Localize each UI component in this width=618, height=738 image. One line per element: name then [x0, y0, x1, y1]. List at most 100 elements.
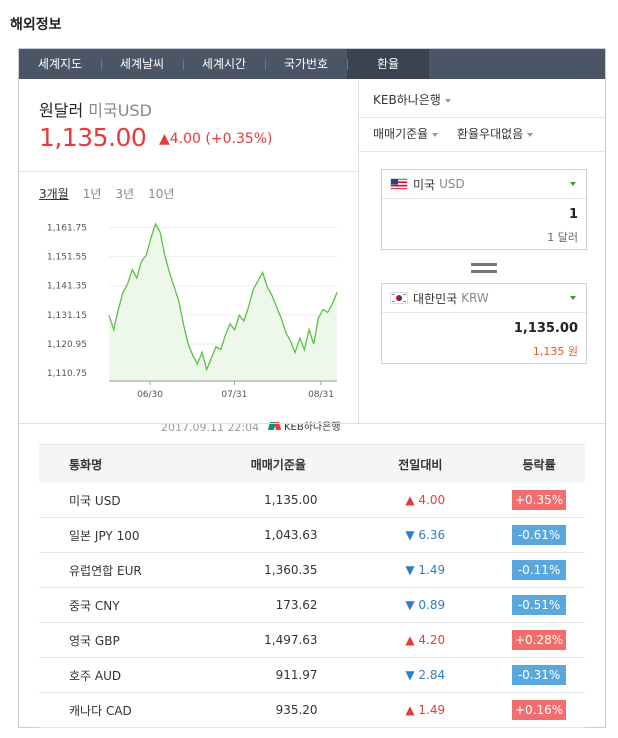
- percent-cell: -0.11%: [493, 552, 585, 588]
- to-amount: 1,135.00: [513, 321, 578, 336]
- change-value: ▲ 1.49: [347, 692, 494, 728]
- country-name: 유럽연합: [69, 563, 114, 578]
- y-tick-label: 1,161.75: [47, 223, 87, 233]
- rates-table: 통화명 매매기준율 전일대비 등락률 미국 USD 1,135.00 ▲ 4.00 +…: [39, 444, 585, 728]
- tab-world-time[interactable]: 세계시간: [183, 49, 265, 79]
- y-tick-label: 1,141.35: [47, 282, 87, 292]
- currency-name[interactable]: 영국 GBP: [39, 622, 210, 658]
- rate-value: 1,043.63: [209, 517, 348, 553]
- to-country: 대한민국: [413, 291, 458, 306]
- tab-country-code[interactable]: 국가번호: [265, 49, 347, 79]
- x-tick-label: 08/31: [308, 390, 334, 400]
- exchange-card: 세계지도 세계날씨 세계시간 국가번호 환율 원달러 미국USD 1,135.0…: [18, 48, 606, 728]
- to-amount-field[interactable]: 1,135.00 1,135 원: [382, 313, 586, 363]
- period-3m[interactable]: 3개월: [39, 185, 69, 202]
- col-percent: 등락률: [493, 444, 585, 483]
- tab-world-map[interactable]: 세계지도: [19, 49, 101, 79]
- percent-badge: +0.35%: [512, 490, 567, 510]
- bank-select[interactable]: KEB하나은행: [373, 91, 451, 108]
- currency-name[interactable]: 유럽연합 EUR: [39, 552, 210, 588]
- tab-bar: 세계지도 세계날씨 세계시간 국가번호 환율: [19, 49, 605, 79]
- percent-badge: +0.16%: [512, 700, 567, 720]
- from-code: USD: [439, 177, 465, 191]
- percent-badge: -0.11%: [512, 560, 567, 580]
- table-row[interactable]: 중국 CNY 173.62 ▼ 0.89 -0.51%: [39, 587, 585, 623]
- rate-chart: 1,161.75 1,151.55 1,141.35 1,131.15 1,120.95…: [47, 222, 338, 400]
- currency-code: JPY 100: [94, 528, 140, 543]
- country-name: 미국: [69, 493, 92, 508]
- series-area: [109, 223, 337, 381]
- table-row[interactable]: 캐나다 CAD 935.20 ▲ 1.49 +0.16%: [39, 692, 585, 728]
- x-tick-label: 07/31: [221, 390, 247, 400]
- keb-logo: KEB하나은행: [269, 418, 341, 433]
- from-currency-select[interactable]: 미국 USD: [382, 170, 586, 199]
- section-title: 해외정보: [10, 17, 62, 33]
- table-row[interactable]: 영국 GBP 1,497.63 ▲ 4.20 +0.28%: [39, 622, 585, 658]
- divider: [359, 151, 605, 152]
- chevron-down-icon: [444, 98, 451, 103]
- change-value: ▼ 6.36: [347, 517, 494, 553]
- converter-panel: KEB하나은행 매매기준율 환율우대없음 미국 USD 1 1 달러 대한민국 …: [359, 79, 605, 423]
- currency-name[interactable]: 미국 USD: [39, 483, 210, 518]
- from-amount-field[interactable]: 1 1 달러: [382, 199, 586, 249]
- country-name: 영국: [69, 633, 92, 648]
- preference-select[interactable]: 환율우대없음: [457, 125, 534, 142]
- bank-select-label: KEB하나은행: [373, 93, 441, 107]
- table-row[interactable]: 유럽연합 EUR 1,360.35 ▼ 1.49 -0.11%: [39, 552, 585, 588]
- from-country: 미국: [413, 177, 436, 192]
- to-currency-select[interactable]: 대한민국 KRW: [382, 284, 586, 313]
- rate-type-select[interactable]: 매매기준율: [373, 125, 439, 142]
- col-currency: 통화명: [39, 444, 210, 483]
- x-tick-label: 06/30: [137, 390, 163, 400]
- col-rate: 매매기준율: [209, 444, 348, 483]
- chevron-down-icon: [527, 132, 534, 137]
- tab-world-weather[interactable]: 세계날씨: [101, 49, 183, 79]
- percent-cell: -0.31%: [493, 657, 585, 693]
- change-value: ▲ 4.00: [347, 483, 494, 518]
- country-name: 중국: [69, 598, 92, 613]
- percent-badge: -0.51%: [512, 595, 567, 615]
- currency-code: AUD: [94, 668, 122, 683]
- to-currency-box: 대한민국 KRW 1,135.00 1,135 원: [381, 283, 587, 364]
- divider: [19, 423, 605, 424]
- divider: [359, 117, 605, 118]
- percent-badge: -0.31%: [512, 665, 567, 685]
- rate-value: 1,135.00: [209, 483, 348, 518]
- y-tick-label: 1,110.75: [47, 369, 87, 379]
- y-tick-label: 1,151.55: [47, 253, 87, 263]
- dropdown-triangle-icon: [570, 182, 576, 186]
- percent-cell: -0.61%: [493, 517, 585, 553]
- from-currency-box: 미국 USD 1 1 달러: [381, 169, 587, 250]
- tab-exchange-rate[interactable]: 환율: [347, 49, 429, 79]
- rate-type-label: 매매기준율: [373, 127, 429, 141]
- change-value: ▼ 2.84: [347, 657, 494, 693]
- currency-name[interactable]: 중국 CNY: [39, 587, 210, 623]
- rate-value: 173.62: [209, 587, 348, 623]
- currency-name[interactable]: 캐나다 CAD: [39, 692, 210, 728]
- keb-logo-icon: [269, 420, 281, 432]
- col-change: 전일대비: [347, 444, 494, 483]
- table-row[interactable]: 호주 AUD 911.97 ▼ 2.84 -0.31%: [39, 657, 585, 693]
- percent-badge: +0.28%: [512, 630, 567, 650]
- percent-cell: +0.35%: [493, 483, 585, 518]
- percent-cell: -0.51%: [493, 587, 585, 623]
- pair-name: 원달러: [39, 101, 84, 120]
- currency-code: CNY: [94, 598, 120, 613]
- to-unit: 1,135 원: [532, 345, 578, 358]
- period-1y[interactable]: 1년: [83, 185, 102, 202]
- period-10y[interactable]: 10년: [148, 185, 174, 202]
- table-row[interactable]: 일본 JPY 100 1,043.63 ▼ 6.36 -0.61%: [39, 517, 585, 553]
- table-row[interactable]: 미국 USD 1,135.00 ▲ 4.00 +0.35%: [39, 483, 585, 518]
- rate-value: 1,497.63: [209, 622, 348, 658]
- rate-value: 911.97: [209, 657, 348, 693]
- period-3y[interactable]: 3년: [115, 185, 134, 202]
- currency-code: EUR: [117, 563, 142, 578]
- us-flag-icon: [390, 178, 408, 190]
- table-header: 통화명 매매기준율 전일대비 등락률: [39, 444, 585, 483]
- y-tick-label: 1,120.95: [47, 340, 87, 350]
- currency-name[interactable]: 일본 JPY 100: [39, 517, 210, 553]
- rate-value: 935.20: [209, 692, 348, 728]
- currency-name[interactable]: 호주 AUD: [39, 657, 210, 693]
- percent-cell: +0.16%: [493, 692, 585, 728]
- change-value: ▼ 0.89: [347, 587, 494, 623]
